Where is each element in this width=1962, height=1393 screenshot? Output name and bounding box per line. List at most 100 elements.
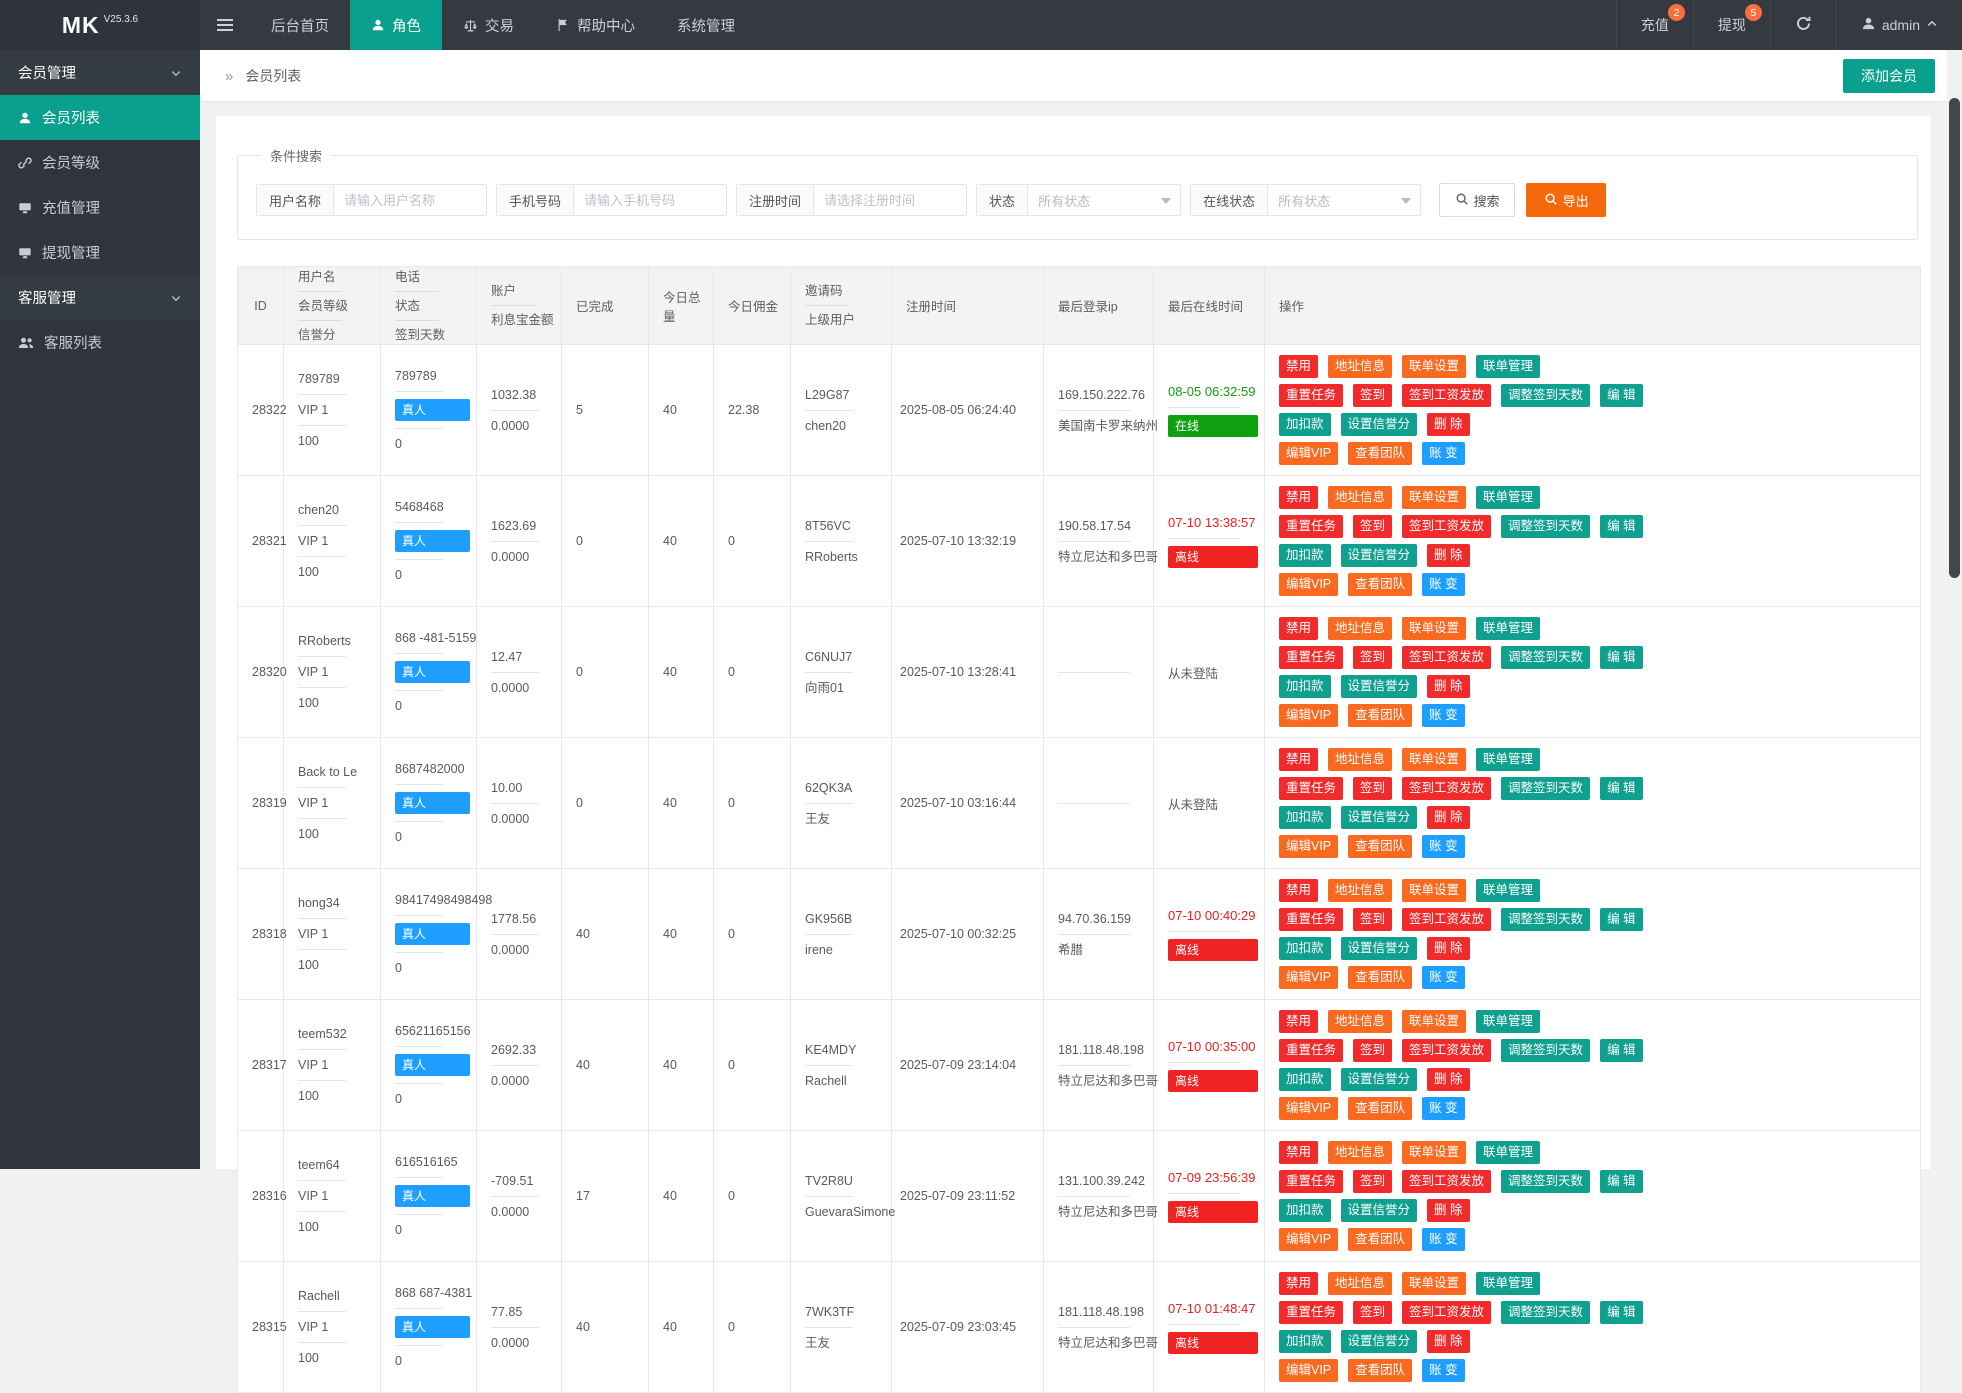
action-delete-button[interactable]: 删 除 <box>1427 937 1469 960</box>
action-edit-vip-button[interactable]: 编辑VIP <box>1279 966 1338 989</box>
action-reset-task-button[interactable]: 重置任务 <box>1279 515 1343 538</box>
sidebar-group-member-mgmt[interactable]: 会员管理 <box>0 50 200 95</box>
action-sign-in-button[interactable]: 签到 <box>1353 908 1392 931</box>
nav-item-home[interactable]: 后台首页 <box>250 0 350 50</box>
action-delete-button[interactable]: 删 除 <box>1427 675 1469 698</box>
action-disable-button[interactable]: 禁用 <box>1279 617 1318 640</box>
action-sign-in-button[interactable]: 签到 <box>1353 646 1392 669</box>
action-address-info-button[interactable]: 地址信息 <box>1328 1272 1392 1295</box>
action-view-team-button[interactable]: 查看团队 <box>1348 442 1412 465</box>
action-add-deduct-button[interactable]: 加扣款 <box>1279 675 1331 698</box>
nav-item-roles[interactable]: 角色 <box>350 0 442 50</box>
action-order-manage-button[interactable]: 联单管理 <box>1476 617 1540 640</box>
action-sign-wage-button[interactable]: 签到工资发放 <box>1402 1301 1491 1324</box>
action-account-change-button[interactable]: 账 变 <box>1422 704 1464 727</box>
sidebar-group-service-mgmt[interactable]: 客服管理 <box>0 275 200 320</box>
sidebar-item-member-level[interactable]: 会员等级 <box>0 140 200 185</box>
sidebar-item-service-list[interactable]: 客服列表 <box>0 320 200 365</box>
action-adjust-sign-days-button[interactable]: 调整签到天数 <box>1501 777 1590 800</box>
action-address-info-button[interactable]: 地址信息 <box>1328 879 1392 902</box>
action-view-team-button[interactable]: 查看团队 <box>1348 966 1412 989</box>
sidebar-item-withdraw-mgmt[interactable]: 提现管理 <box>0 230 200 275</box>
action-reset-task-button[interactable]: 重置任务 <box>1279 777 1343 800</box>
action-order-settings-button[interactable]: 联单设置 <box>1402 748 1466 771</box>
action-delete-button[interactable]: 删 除 <box>1427 544 1469 567</box>
action-sign-wage-button[interactable]: 签到工资发放 <box>1402 646 1491 669</box>
action-view-team-button[interactable]: 查看团队 <box>1348 835 1412 858</box>
action-account-change-button[interactable]: 账 变 <box>1422 835 1464 858</box>
action-edit-button[interactable]: 编 辑 <box>1600 384 1642 407</box>
action-set-credit-button[interactable]: 设置信誉分 <box>1341 937 1418 960</box>
action-view-team-button[interactable]: 查看团队 <box>1348 1228 1412 1251</box>
action-reset-task-button[interactable]: 重置任务 <box>1279 1301 1343 1324</box>
search-button[interactable]: 搜索 <box>1439 183 1515 217</box>
action-adjust-sign-days-button[interactable]: 调整签到天数 <box>1501 515 1590 538</box>
action-adjust-sign-days-button[interactable]: 调整签到天数 <box>1501 384 1590 407</box>
action-set-credit-button[interactable]: 设置信誉分 <box>1341 1068 1418 1091</box>
action-reset-task-button[interactable]: 重置任务 <box>1279 646 1343 669</box>
action-edit-vip-button[interactable]: 编辑VIP <box>1279 835 1338 858</box>
action-account-change-button[interactable]: 账 变 <box>1422 442 1464 465</box>
action-add-deduct-button[interactable]: 加扣款 <box>1279 937 1331 960</box>
action-disable-button[interactable]: 禁用 <box>1279 1010 1318 1033</box>
action-set-credit-button[interactable]: 设置信誉分 <box>1341 413 1418 436</box>
action-delete-button[interactable]: 删 除 <box>1427 1330 1469 1353</box>
action-adjust-sign-days-button[interactable]: 调整签到天数 <box>1501 1039 1590 1062</box>
action-set-credit-button[interactable]: 设置信誉分 <box>1341 1199 1418 1222</box>
action-order-manage-button[interactable]: 联单管理 <box>1476 879 1540 902</box>
action-adjust-sign-days-button[interactable]: 调整签到天数 <box>1501 908 1590 931</box>
action-delete-button[interactable]: 删 除 <box>1427 413 1469 436</box>
action-order-manage-button[interactable]: 联单管理 <box>1476 486 1540 509</box>
action-account-change-button[interactable]: 账 变 <box>1422 1097 1464 1120</box>
action-order-settings-button[interactable]: 联单设置 <box>1402 1010 1466 1033</box>
action-delete-button[interactable]: 删 除 <box>1427 806 1469 829</box>
action-edit-button[interactable]: 编 辑 <box>1600 908 1642 931</box>
action-reset-task-button[interactable]: 重置任务 <box>1279 1170 1343 1193</box>
action-set-credit-button[interactable]: 设置信誉分 <box>1341 1330 1418 1353</box>
action-order-settings-button[interactable]: 联单设置 <box>1402 879 1466 902</box>
action-edit-vip-button[interactable]: 编辑VIP <box>1279 704 1338 727</box>
action-delete-button[interactable]: 删 除 <box>1427 1068 1469 1091</box>
action-address-info-button[interactable]: 地址信息 <box>1328 355 1392 378</box>
action-order-manage-button[interactable]: 联单管理 <box>1476 1272 1540 1295</box>
action-edit-vip-button[interactable]: 编辑VIP <box>1279 1228 1338 1251</box>
action-reset-task-button[interactable]: 重置任务 <box>1279 908 1343 931</box>
phone-input[interactable] <box>574 185 726 215</box>
action-sign-in-button[interactable]: 签到 <box>1353 1170 1392 1193</box>
action-set-credit-button[interactable]: 设置信誉分 <box>1341 806 1418 829</box>
action-order-manage-button[interactable]: 联单管理 <box>1476 1010 1540 1033</box>
action-sign-in-button[interactable]: 签到 <box>1353 1301 1392 1324</box>
action-add-deduct-button[interactable]: 加扣款 <box>1279 1330 1331 1353</box>
status-select[interactable]: 所有状态 <box>1028 185 1180 215</box>
action-add-deduct-button[interactable]: 加扣款 <box>1279 1199 1331 1222</box>
action-sign-wage-button[interactable]: 签到工资发放 <box>1402 1039 1491 1062</box>
action-sign-in-button[interactable]: 签到 <box>1353 777 1392 800</box>
action-account-change-button[interactable]: 账 变 <box>1422 573 1464 596</box>
action-adjust-sign-days-button[interactable]: 调整签到天数 <box>1501 646 1590 669</box>
action-edit-button[interactable]: 编 辑 <box>1600 515 1642 538</box>
action-address-info-button[interactable]: 地址信息 <box>1328 617 1392 640</box>
action-disable-button[interactable]: 禁用 <box>1279 355 1318 378</box>
action-order-settings-button[interactable]: 联单设置 <box>1402 617 1466 640</box>
action-disable-button[interactable]: 禁用 <box>1279 486 1318 509</box>
nav-item-help[interactable]: 帮助中心 <box>535 0 656 50</box>
sidebar-item-recharge-mgmt[interactable]: 充值管理 <box>0 185 200 230</box>
action-account-change-button[interactable]: 账 变 <box>1422 1228 1464 1251</box>
action-order-settings-button[interactable]: 联单设置 <box>1402 486 1466 509</box>
action-view-team-button[interactable]: 查看团队 <box>1348 1097 1412 1120</box>
action-reset-task-button[interactable]: 重置任务 <box>1279 384 1343 407</box>
action-disable-button[interactable]: 禁用 <box>1279 1141 1318 1164</box>
action-address-info-button[interactable]: 地址信息 <box>1328 1141 1392 1164</box>
export-button[interactable]: 导出 <box>1526 183 1606 217</box>
action-disable-button[interactable]: 禁用 <box>1279 748 1318 771</box>
action-order-settings-button[interactable]: 联单设置 <box>1402 1141 1466 1164</box>
action-adjust-sign-days-button[interactable]: 调整签到天数 <box>1501 1301 1590 1324</box>
action-view-team-button[interactable]: 查看团队 <box>1348 1359 1412 1382</box>
action-sign-wage-button[interactable]: 签到工资发放 <box>1402 1170 1491 1193</box>
action-sign-wage-button[interactable]: 签到工资发放 <box>1402 384 1491 407</box>
action-address-info-button[interactable]: 地址信息 <box>1328 486 1392 509</box>
action-disable-button[interactable]: 禁用 <box>1279 879 1318 902</box>
action-address-info-button[interactable]: 地址信息 <box>1328 1010 1392 1033</box>
username-input[interactable] <box>334 185 486 215</box>
action-add-deduct-button[interactable]: 加扣款 <box>1279 544 1331 567</box>
